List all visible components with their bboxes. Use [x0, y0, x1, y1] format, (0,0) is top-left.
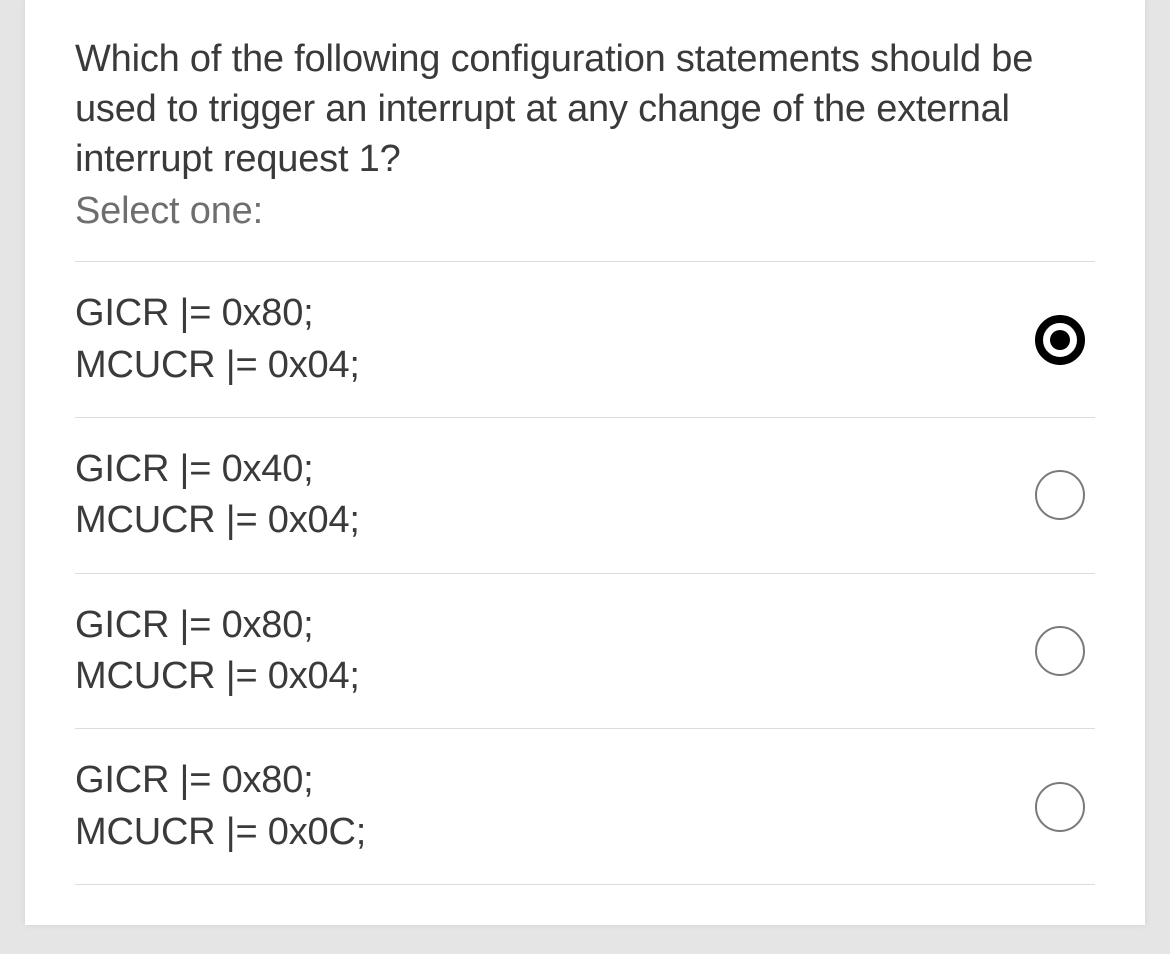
- option-line2: MCUCR |= 0x0C;: [75, 807, 366, 858]
- option-row-0[interactable]: GICR |= 0x80; MCUCR |= 0x04;: [75, 261, 1095, 417]
- option-line2: MCUCR |= 0x04;: [75, 340, 360, 391]
- option-line2: MCUCR |= 0x04;: [75, 651, 360, 702]
- option-row-3[interactable]: GICR |= 0x80; MCUCR |= 0x0C;: [75, 728, 1095, 885]
- option-line1: GICR |= 0x40;: [75, 444, 360, 495]
- option-line2: MCUCR |= 0x04;: [75, 495, 360, 546]
- option-text: GICR |= 0x80; MCUCR |= 0x0C;: [75, 755, 366, 858]
- radio-unselected-icon: [1035, 782, 1085, 832]
- radio-button-1[interactable]: [1035, 470, 1085, 520]
- radio-selected-icon: [1035, 315, 1085, 365]
- option-text: GICR |= 0x80; MCUCR |= 0x04;: [75, 600, 360, 703]
- radio-unselected-icon: [1035, 626, 1085, 676]
- option-line1: GICR |= 0x80;: [75, 755, 366, 806]
- question-card: Which of the following configuration sta…: [25, 0, 1145, 925]
- radio-button-2[interactable]: [1035, 626, 1085, 676]
- option-line1: GICR |= 0x80;: [75, 600, 360, 651]
- option-row-1[interactable]: GICR |= 0x40; MCUCR |= 0x04;: [75, 417, 1095, 573]
- radio-button-3[interactable]: [1035, 782, 1085, 832]
- option-text: GICR |= 0x80; MCUCR |= 0x04;: [75, 288, 360, 391]
- option-text: GICR |= 0x40; MCUCR |= 0x04;: [75, 444, 360, 547]
- radio-unselected-icon: [1035, 470, 1085, 520]
- option-line1: GICR |= 0x80;: [75, 288, 360, 339]
- select-one-label: Select one:: [75, 190, 1095, 233]
- question-block: Which of the following configuration sta…: [25, 0, 1145, 233]
- options-container: GICR |= 0x80; MCUCR |= 0x04; GICR |= 0x4…: [25, 233, 1145, 924]
- option-row-2[interactable]: GICR |= 0x80; MCUCR |= 0x04;: [75, 573, 1095, 729]
- radio-button-0[interactable]: [1035, 315, 1085, 365]
- question-text: Which of the following configuration sta…: [75, 34, 1095, 184]
